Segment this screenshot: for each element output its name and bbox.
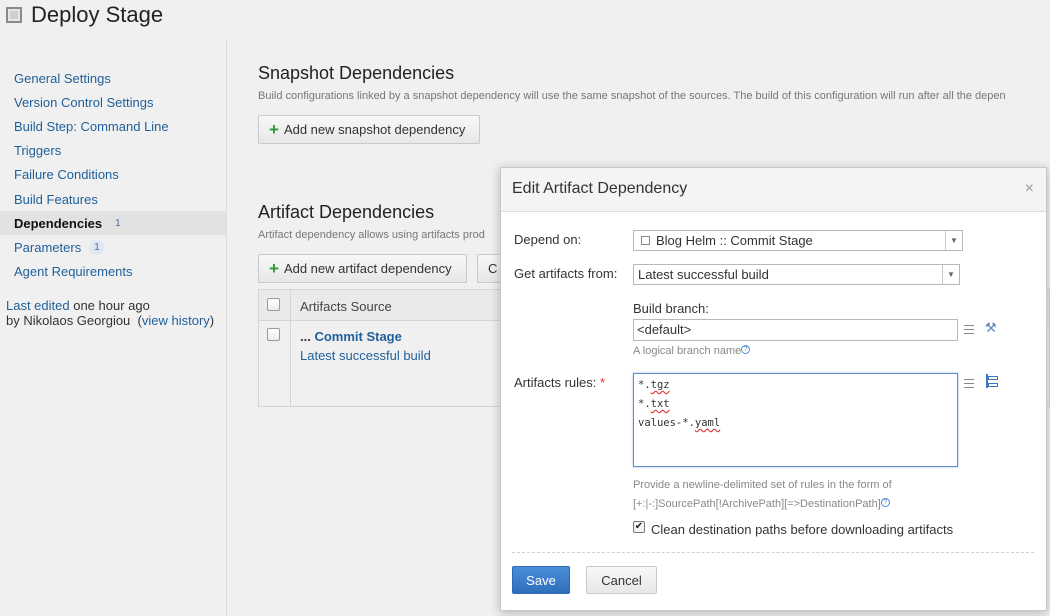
count-badge: 1 — [89, 239, 105, 255]
dialog-separator — [512, 552, 1034, 553]
column-divider — [290, 290, 291, 406]
depend-on-select[interactable]: Blog Helm :: Commit Stage ▼ — [633, 230, 963, 251]
close-icon[interactable]: × — [1025, 180, 1034, 198]
chevron-down-icon: ▼ — [945, 231, 962, 250]
depend-on-label: Depend on: — [514, 232, 582, 247]
cancel-button[interactable]: Cancel — [586, 566, 657, 594]
rules-hint-line-2: [+:|-:]SourcePath[!ArchivePath][=>Destin… — [633, 498, 890, 510]
sidebar: General Settings Version Control Setting… — [0, 40, 227, 616]
button-label: Add new snapshot dependency — [283, 122, 466, 137]
rule-prefix: values-*. — [638, 417, 695, 429]
sidebar-item-build-step[interactable]: Build Step: Command Line — [0, 114, 226, 138]
hint-text: A logical branch name — [633, 345, 742, 357]
build-branch-hint: A logical branch name? — [633, 345, 751, 357]
sidebar-item-triggers[interactable]: Triggers — [0, 139, 226, 163]
sidebar-item-label: Failure Conditions — [14, 167, 119, 183]
sidebar-nav: General Settings Version Control Setting… — [0, 66, 226, 284]
add-artifact-dependency-button[interactable]: + Add new artifact dependency — [258, 254, 467, 283]
get-artifacts-from-select[interactable]: Latest successful build ▼ — [633, 264, 960, 285]
sidebar-item-label: Triggers — [14, 143, 62, 159]
rule-line: values-*.yaml — [638, 416, 953, 435]
edit-artifact-dependency-dialog: Edit Artifact Dependency × Depend on: Bl… — [500, 167, 1047, 611]
help-icon[interactable]: ? — [880, 498, 890, 507]
button-label: C — [488, 261, 498, 276]
sidebar-item-label: Build Step: Command Line — [14, 118, 169, 134]
sidebar-item-label: Parameters — [14, 239, 82, 255]
list-icon[interactable] — [964, 325, 974, 334]
tree-icon[interactable] — [986, 374, 998, 388]
add-snapshot-dependency-button[interactable]: + Add new snapshot dependency — [258, 115, 481, 144]
build-config-icon — [6, 7, 22, 23]
sidebar-item-dependencies[interactable]: Dependencies 1 — [0, 211, 226, 236]
last-edited-time: one hour ago — [69, 298, 150, 313]
rule-word: yaml — [694, 417, 721, 429]
plus-icon: + — [269, 120, 279, 139]
list-icon[interactable] — [964, 379, 974, 388]
view-history-link[interactable]: view history — [142, 313, 210, 328]
dialog-title: Edit Artifact Dependency — [512, 180, 688, 197]
snapshot-section-description: Build configurations linked by a snapsho… — [258, 90, 1006, 102]
sidebar-item-label: General Settings — [14, 70, 111, 86]
rule-line: *.tgz — [638, 378, 953, 397]
chevron-down-icon: ▼ — [942, 265, 959, 284]
select-value: Blog Helm :: Commit Stage — [656, 233, 813, 248]
sidebar-item-version-control-settings[interactable]: Version Control Settings — [0, 90, 226, 114]
hint-text: [+:|-:]SourcePath[!ArchivePath][=>Destin… — [633, 498, 881, 510]
rule-word: tgz — [650, 379, 670, 391]
page-title: Deploy Stage — [31, 2, 164, 27]
sidebar-item-failure-conditions[interactable]: Failure Conditions — [0, 163, 226, 187]
sidebar-item-general-settings[interactable]: General Settings — [0, 66, 226, 90]
sidebar-item-build-features[interactable]: Build Features — [0, 187, 226, 211]
clean-destination-checkbox[interactable]: ✔ — [633, 521, 645, 533]
source-prefix: ... — [300, 329, 315, 344]
build-config-icon — [641, 236, 650, 245]
count-badge: 1 — [115, 217, 121, 229]
column-header-artifacts-source: Artifacts Source — [300, 299, 392, 314]
clean-destination-label: Clean destination paths before downloadi… — [651, 522, 954, 537]
last-edited-link[interactable]: Last edited — [6, 298, 70, 313]
save-button[interactable]: Save — [512, 566, 570, 594]
get-artifacts-from-label: Get artifacts from: — [514, 266, 618, 281]
help-icon[interactable]: ? — [741, 345, 751, 354]
dialog-header: Edit Artifact Dependency × — [501, 168, 1046, 212]
rules-hint-line-1: Provide a newline-delimited set of rules… — [633, 479, 892, 491]
rule-prefix: *. — [638, 379, 651, 391]
artifact-source-cell: ... Commit Stage — [300, 329, 402, 344]
last-edited-info: Last edited one hour ago by Nikolaos Geo… — [6, 298, 215, 328]
magic-wand-icon[interactable]: ⚒ — [985, 320, 997, 336]
sidebar-item-agent-requirements[interactable]: Agent Requirements — [0, 260, 226, 284]
artifact-section-title: Artifact Dependencies — [258, 202, 435, 222]
required-marker: * — [599, 375, 606, 390]
rule-word: txt — [650, 398, 670, 410]
artifact-build-cell: Latest successful build — [300, 348, 431, 363]
rule-prefix: *. — [638, 398, 651, 410]
sidebar-item-label: Agent Requirements — [14, 264, 133, 280]
build-branch-label: Build branch: — [633, 301, 709, 316]
snapshot-section-title: Snapshot Dependencies — [258, 63, 455, 83]
sidebar-item-label: Version Control Settings — [14, 94, 154, 110]
build-branch-input[interactable]: <default> — [633, 319, 958, 341]
artifacts-rules-label: Artifacts rules: * — [514, 375, 605, 390]
last-edited-by: by Nikolaos Georgiou — [6, 313, 131, 328]
plus-icon: + — [269, 259, 279, 278]
page-header: Deploy Stage — [0, 0, 1050, 40]
sidebar-item-label: Build Features — [14, 191, 98, 207]
label-text: Artifacts rules: — [514, 375, 597, 390]
button-label: Add new artifact dependency — [283, 261, 452, 276]
select-value: Latest successful build — [638, 267, 769, 282]
sidebar-item-label: Dependencies — [14, 215, 103, 231]
artifacts-rules-textarea[interactable]: *.tgz *.txt values-*.yaml — [633, 373, 958, 467]
sidebar-item-parameters[interactable]: Parameters 1 — [0, 235, 226, 259]
rule-line: *.txt — [638, 397, 953, 416]
source-link[interactable]: Commit Stage — [314, 329, 401, 344]
select-all-checkbox[interactable] — [267, 298, 280, 311]
row-checkbox[interactable] — [267, 328, 280, 341]
artifact-section-description: Artifact dependency allows using artifac… — [258, 229, 485, 241]
